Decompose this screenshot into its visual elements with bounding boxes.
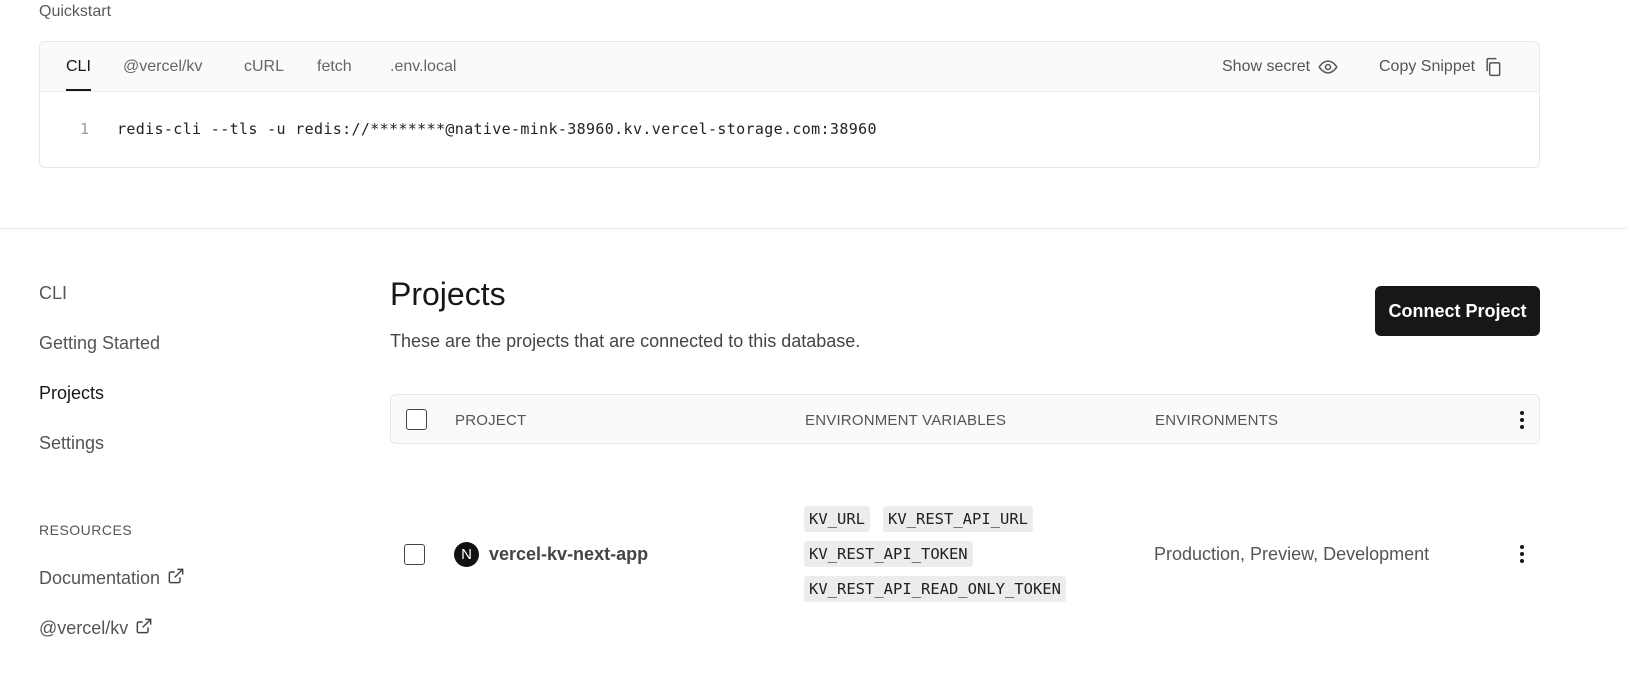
show-secret-button[interactable]: Show secret	[1222, 57, 1338, 77]
table-row: N vercel-kv-next-app KV_URL KV_REST_API_…	[390, 444, 1540, 602]
sidebar-item-settings[interactable]: Settings	[39, 433, 104, 454]
column-header-env-vars: ENVIRONMENT VARIABLES	[805, 412, 1007, 429]
column-header-project: PROJECT	[455, 412, 527, 429]
table-header: PROJECT ENVIRONMENT VARIABLES ENVIRONMEN…	[390, 394, 1540, 444]
copy-snippet-button[interactable]: Copy Snippet	[1379, 57, 1503, 77]
code-snippet-panel: CLI @vercel/kv cURL fetch .env.local Sho…	[39, 41, 1540, 168]
row-more-menu-icon[interactable]	[1512, 542, 1532, 566]
tab-fetch[interactable]: fetch	[317, 58, 352, 76]
tab-curl[interactable]: cURL	[244, 58, 284, 76]
sidebar-item-getting-started[interactable]: Getting Started	[39, 333, 160, 354]
eye-icon	[1318, 57, 1338, 77]
page-title: Projects	[390, 276, 506, 312]
projects-table: PROJECT ENVIRONMENT VARIABLES ENVIRONMEN…	[390, 394, 1540, 602]
quickstart-label: Quickstart	[39, 3, 112, 20]
vercel-kv-link-label: @vercel/kv	[39, 618, 129, 638]
page-description: These are the projects that are connecte…	[390, 331, 861, 351]
row-checkbox[interactable]	[404, 544, 425, 565]
header-more-menu-icon[interactable]	[1512, 408, 1532, 432]
tab-cli[interactable]: CLI	[66, 58, 91, 91]
project-name-link[interactable]: vercel-kv-next-app	[489, 544, 648, 565]
sidebar-item-cli[interactable]: CLI	[39, 283, 67, 304]
code-text: redis-cli --tls -u redis://********@nati…	[117, 120, 877, 138]
line-number: 1	[80, 120, 90, 138]
show-secret-label: Show secret	[1222, 58, 1311, 75]
copy-icon	[1483, 57, 1503, 77]
section-divider	[0, 228, 1627, 229]
tab-vercel-kv[interactable]: @vercel/kv	[123, 58, 202, 76]
env-var-chip: KV_REST_API_TOKEN	[804, 541, 973, 567]
nextjs-icon: N	[454, 542, 479, 567]
resources-heading: RESOURCES	[39, 522, 133, 538]
connect-project-button[interactable]: Connect Project	[1375, 286, 1540, 336]
external-link-icon	[168, 568, 184, 589]
snippet-tab-bar: CLI @vercel/kv cURL fetch .env.local Sho…	[40, 42, 1539, 92]
env-var-chip: KV_REST_API_READ_ONLY_TOKEN	[804, 576, 1066, 602]
env-var-chip: KV_URL	[804, 506, 870, 532]
external-link-icon	[136, 618, 152, 639]
row-environments: Production, Preview, Development	[1154, 544, 1430, 564]
sidebar-item-projects[interactable]: Projects	[39, 383, 104, 404]
env-var-chip: KV_REST_API_URL	[883, 506, 1033, 532]
documentation-link[interactable]: Documentation	[39, 568, 184, 589]
vercel-kv-link[interactable]: @vercel/kv	[39, 618, 152, 639]
documentation-link-label: Documentation	[39, 568, 161, 588]
tab-env-local[interactable]: .env.local	[390, 58, 456, 76]
column-header-environments: ENVIRONMENTS	[1155, 412, 1279, 429]
select-all-checkbox[interactable]	[406, 409, 427, 430]
copy-snippet-label: Copy Snippet	[1379, 58, 1476, 75]
